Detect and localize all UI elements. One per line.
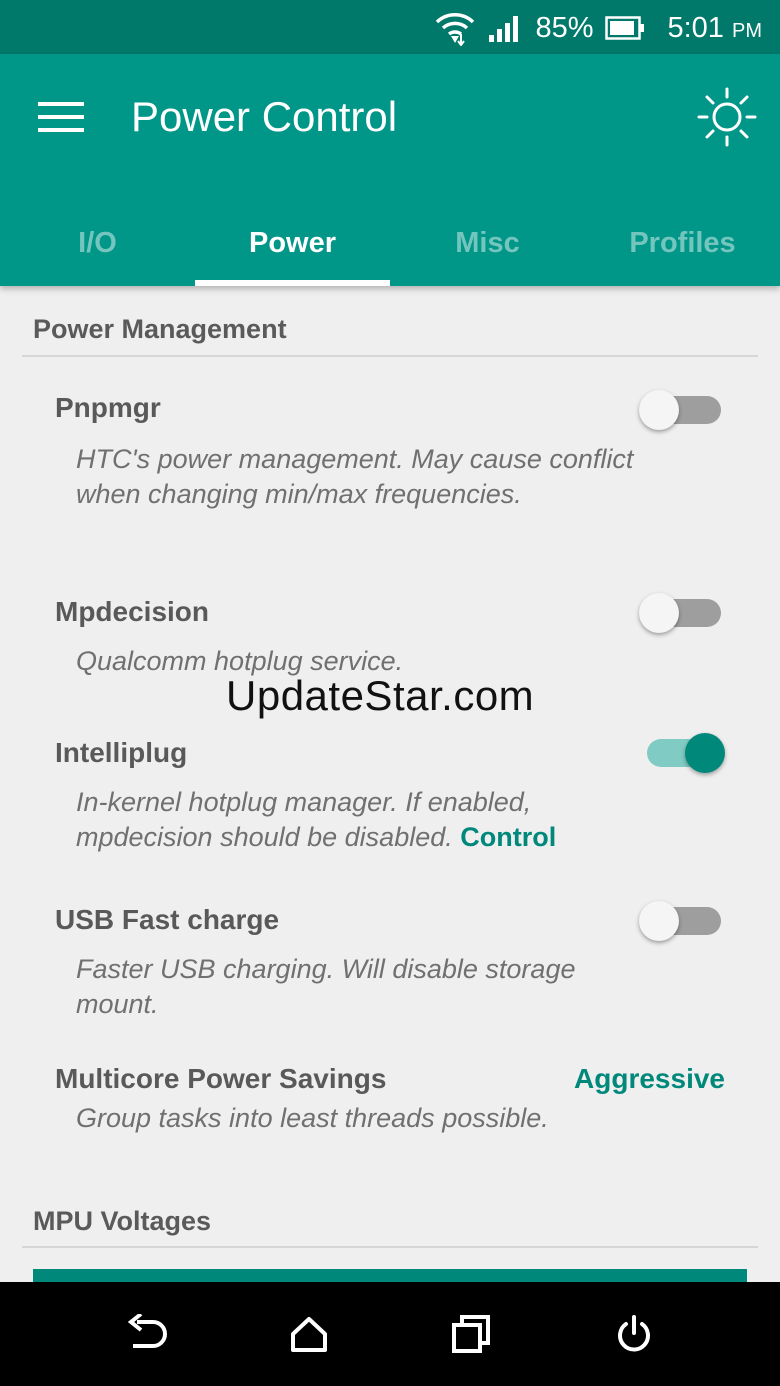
app-bar: Power Control I/O Power Misc Profiles xyxy=(0,54,780,286)
tab-misc[interactable]: Misc xyxy=(390,200,585,286)
pref-multicore-power-savings[interactable]: Multicore Power Savings Group tasks into… xyxy=(55,1063,735,1143)
battery-icon xyxy=(605,16,645,40)
pref-summary: HTC's power management. May cause confli… xyxy=(76,444,634,509)
pref-intelliplug[interactable]: Intelliplug In-kernel hotplug manager. I… xyxy=(55,733,735,857)
pref-title: Pnpmgr xyxy=(55,392,161,423)
brightness-icon[interactable] xyxy=(694,84,760,150)
clock: 5:01 PM xyxy=(667,12,762,45)
battery-percent: 85% xyxy=(535,11,594,44)
signal-icon xyxy=(487,13,523,43)
tab-power-label: Power xyxy=(248,226,337,259)
control-link[interactable]: Control xyxy=(460,822,556,852)
page-title: Power Control xyxy=(131,93,398,140)
recents-icon[interactable] xyxy=(445,1308,497,1360)
usb-fast-charge-toggle[interactable] xyxy=(639,897,729,943)
watermark: UpdateStar.com xyxy=(226,672,535,719)
tab-bar: I/O Power Misc Profiles xyxy=(0,200,780,286)
tab-profiles-label: Profiles xyxy=(629,226,736,259)
pref-summary: Group tasks into least threads possible. xyxy=(76,1103,549,1133)
pref-title: Mpdecision xyxy=(55,596,210,627)
pref-summary: In-kernel hotplug manager. If enabled, m… xyxy=(76,785,636,855)
pnpmgr-toggle[interactable] xyxy=(639,386,729,432)
status-icons: 85% 5:01 PM xyxy=(435,8,762,48)
pref-title: Intelliplug xyxy=(55,737,188,768)
toggle-thumb xyxy=(639,901,679,941)
tab-indicator xyxy=(195,280,390,286)
mpdecision-toggle[interactable] xyxy=(639,589,729,635)
home-icon[interactable] xyxy=(283,1308,335,1360)
hamburger-menu-icon[interactable] xyxy=(30,94,92,140)
pref-summary: Faster USB charging. Will disable storag… xyxy=(76,954,576,1019)
navigation-bar xyxy=(0,1282,780,1386)
section-title: MPU Voltages xyxy=(33,1206,212,1236)
pref-pnpmgr[interactable]: Pnpmgr HTC's power management. May cause… xyxy=(55,390,735,552)
wifi-icon xyxy=(435,10,475,46)
intelliplug-toggle[interactable] xyxy=(641,729,731,775)
tab-io-label: I/O xyxy=(78,226,117,259)
back-icon[interactable] xyxy=(121,1308,173,1360)
status-bar: 85% 5:01 PM xyxy=(0,0,780,54)
pref-title: USB Fast charge xyxy=(55,904,280,935)
tab-power[interactable]: Power xyxy=(195,200,390,286)
toggle-thumb xyxy=(685,733,725,773)
section-title: Power Management xyxy=(33,314,287,344)
tab-io[interactable]: I/O xyxy=(0,200,195,286)
tab-profiles[interactable]: Profiles xyxy=(585,200,780,286)
section-header-power-management: Power Management xyxy=(22,308,758,357)
clock-ampm: PM xyxy=(732,19,762,42)
tab-misc-label: Misc xyxy=(455,226,520,259)
toggle-thumb xyxy=(639,593,679,633)
section-header-mpu-voltages: MPU Voltages xyxy=(22,1200,758,1248)
pref-usb-fast-charge[interactable]: USB Fast charge Faster USB charging. Wil… xyxy=(55,901,735,1034)
multicore-value: Aggressive xyxy=(574,1063,725,1094)
toggle-thumb xyxy=(639,390,679,430)
clock-time: 5:01 xyxy=(667,11,724,44)
power-icon[interactable] xyxy=(608,1308,660,1360)
